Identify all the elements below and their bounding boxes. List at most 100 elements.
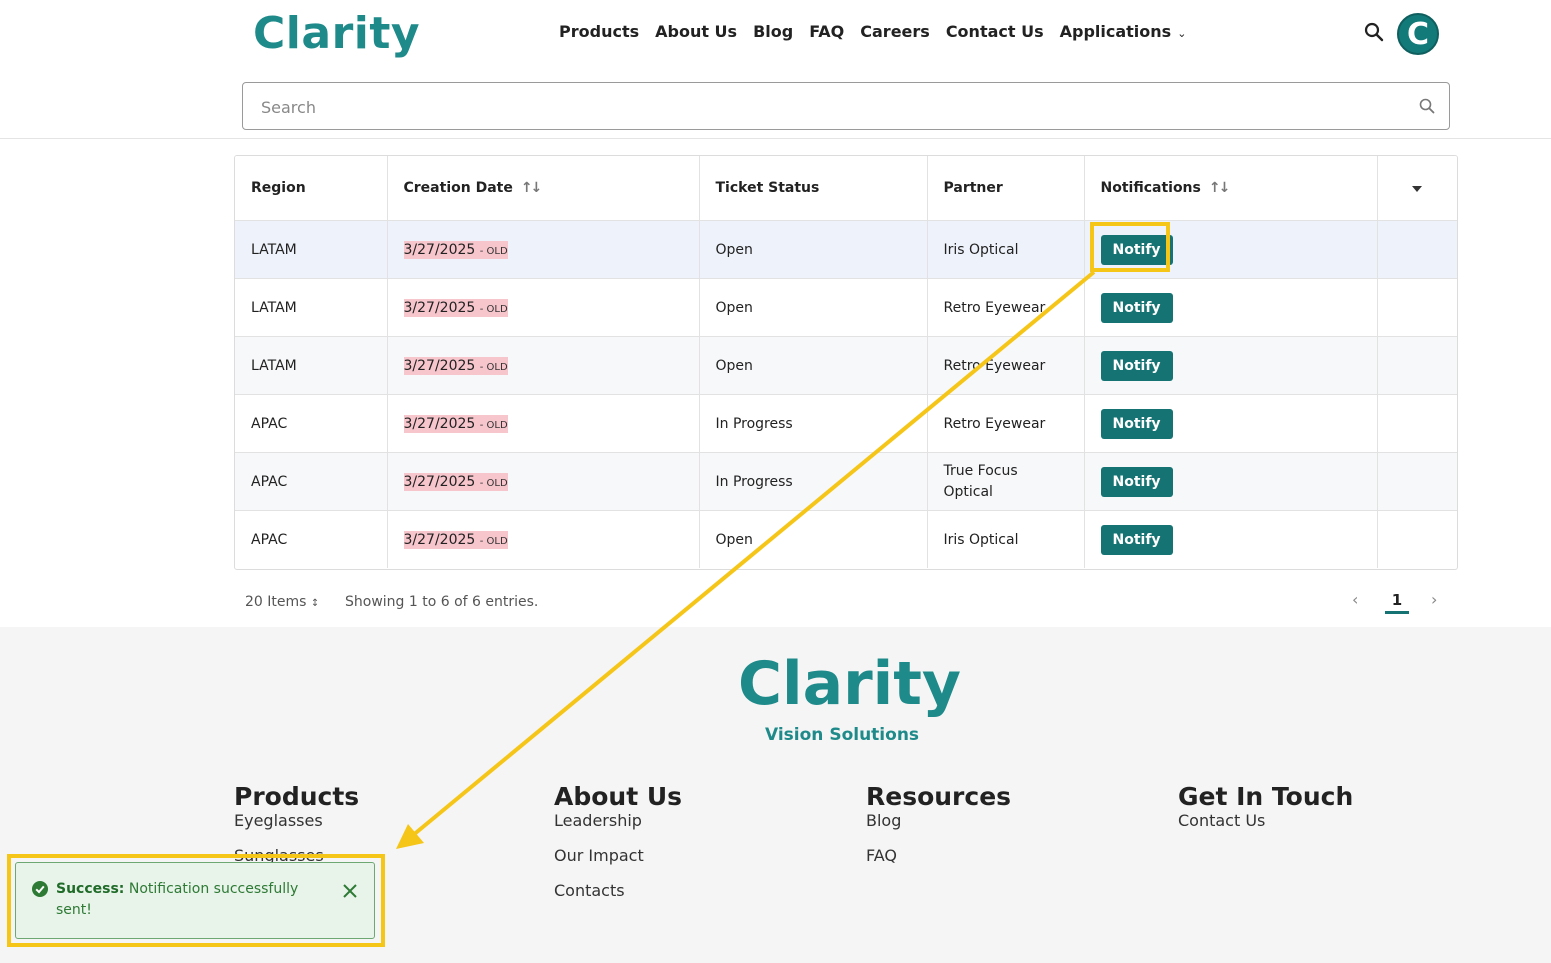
nav-faq[interactable]: FAQ <box>809 22 844 41</box>
avatar[interactable]: C <box>1397 13 1439 55</box>
col-region: Region <box>235 156 388 221</box>
cell-action: Notify <box>1084 394 1378 453</box>
tickets-table: Region Creation Date ↑↓ Ticket Status Par… <box>234 155 1458 570</box>
site-header: Clarity Products About Us Blog FAQ Caree… <box>0 0 1551 139</box>
col-region-label: Region <box>251 180 306 196</box>
page-number-current[interactable]: 1 <box>1385 591 1409 614</box>
sort-icon[interactable]: ↑↓ <box>1209 180 1231 196</box>
footer-col-title: Products <box>234 782 360 811</box>
cell-region: LATAM <box>235 336 388 395</box>
check-circle-icon <box>32 881 48 897</box>
cell-region: LATAM <box>235 278 388 337</box>
cell-status: Open <box>699 278 928 337</box>
entries-summary: Showing 1 to 6 of 6 entries. <box>345 594 539 610</box>
cell-status: Open <box>699 220 928 279</box>
footer-logo[interactable]: Clarity <box>738 649 961 719</box>
old-label: - OLD <box>479 477 508 489</box>
date-value: 3/27/2025 <box>403 241 476 258</box>
nav-blog[interactable]: Blog <box>753 22 793 41</box>
nav-about-us[interactable]: About Us <box>655 22 737 41</box>
header-logo[interactable]: Clarity <box>253 8 420 59</box>
old-label: - OLD <box>479 245 508 257</box>
nav-applications[interactable]: Applications ⌄ <box>1060 22 1187 41</box>
items-per-page-select[interactable]: 20 Items ↕ <box>245 594 319 610</box>
cell-region: APAC <box>235 510 388 568</box>
table-row: APAC 3/27/2025 - OLD Open Iris Optical N… <box>235 510 1457 568</box>
footer-link-eyeglasses[interactable]: Eyeglasses <box>234 811 359 830</box>
footer-link-contacts[interactable]: Contacts <box>554 881 682 900</box>
nav-products[interactable]: Products <box>559 22 639 41</box>
success-toast: Success: Notification successfully sent! <box>15 862 375 939</box>
col-creation-date[interactable]: Creation Date ↑↓ <box>387 156 700 221</box>
cell-partner: Retro Eyewear <box>927 336 1085 395</box>
cell-empty <box>1377 336 1457 395</box>
cell-action: Notify <box>1084 278 1378 337</box>
nav-applications-label: Applications <box>1059 22 1172 41</box>
table-row: APAC 3/27/2025 - OLD In Progress Retro E… <box>235 394 1457 453</box>
notify-button[interactable]: Notify <box>1100 292 1173 323</box>
cell-partner: Retro Eyewear <box>927 278 1085 337</box>
search-icon[interactable] <box>1419 98 1435 114</box>
footer-col-resources: Resources Blog FAQ <box>866 782 1011 865</box>
date-value: 3/27/2025 <box>403 299 476 316</box>
footer-link-our-impact[interactable]: Our Impact <box>554 846 682 865</box>
footer-link-faq[interactable]: FAQ <box>866 846 1011 865</box>
date-value: 3/27/2025 <box>403 531 476 548</box>
close-icon[interactable] <box>342 883 358 899</box>
footer-link-contact-us[interactable]: Contact Us <box>1178 811 1353 830</box>
col-options[interactable] <box>1377 156 1457 221</box>
cell-partner: Iris Optical <box>927 510 1085 568</box>
search-icon[interactable] <box>1364 22 1384 42</box>
cell-date: 3/27/2025 - OLD <box>387 220 700 279</box>
cell-partner: True Focus Optical <box>927 452 1085 511</box>
cell-date: 3/27/2025 - OLD <box>387 510 700 568</box>
cell-status: In Progress <box>699 394 928 453</box>
old-label: - OLD <box>479 303 508 315</box>
cell-action: Notify <box>1084 452 1378 511</box>
col-creation-date-label: Creation Date <box>403 180 513 196</box>
cell-partner: Iris Optical <box>927 220 1085 279</box>
date-value: 3/27/2025 <box>403 357 476 374</box>
old-label: - OLD <box>479 361 508 373</box>
notify-button[interactable]: Notify <box>1100 350 1173 381</box>
footer-col-about: About Us Leadership Our Impact Contacts <box>554 782 682 900</box>
table-row: LATAM 3/27/2025 - OLD Open Retro Eyewear… <box>235 278 1457 337</box>
cell-empty <box>1377 220 1457 279</box>
search-input[interactable] <box>259 95 1383 119</box>
notify-button[interactable]: Notify <box>1100 524 1173 555</box>
prev-page-icon[interactable]: ‹ <box>1352 590 1358 609</box>
date-value: 3/27/2025 <box>403 415 476 432</box>
main-nav: Products About Us Blog FAQ Careers Conta… <box>559 22 1186 41</box>
old-date-badge: 3/27/2025 - OLD <box>403 356 508 375</box>
cell-status: Open <box>699 336 928 395</box>
old-date-badge: 3/27/2025 - OLD <box>403 298 508 317</box>
cell-region: LATAM <box>235 220 388 279</box>
sort-icon[interactable]: ↑↓ <box>521 180 543 196</box>
table-row: LATAM 3/27/2025 - OLD Open Retro Eyewear… <box>235 336 1457 395</box>
footer-col-title: Resources <box>866 782 1012 811</box>
cell-empty <box>1377 452 1457 511</box>
col-partner-label: Partner <box>943 180 1003 196</box>
nav-contact-us[interactable]: Contact Us <box>946 22 1044 41</box>
cell-partner: Retro Eyewear <box>927 394 1085 453</box>
old-date-badge: 3/27/2025 - OLD <box>403 530 508 549</box>
footer-link-leadership[interactable]: Leadership <box>554 811 682 830</box>
cell-date: 3/27/2025 - OLD <box>387 336 700 395</box>
cell-region: APAC <box>235 394 388 453</box>
sort-toggle-icon: ↕ <box>310 598 320 609</box>
cell-empty <box>1377 394 1457 453</box>
footer-link-blog[interactable]: Blog <box>866 811 1011 830</box>
notify-button-highlight <box>1090 222 1170 272</box>
cell-status: In Progress <box>699 452 928 511</box>
next-page-icon[interactable]: › <box>1431 590 1437 609</box>
col-notifications[interactable]: Notifications ↑↓ <box>1084 156 1378 221</box>
notify-button[interactable]: Notify <box>1100 408 1173 439</box>
toast-message: Success: Notification successfully sent! <box>56 879 306 921</box>
nav-careers[interactable]: Careers <box>860 22 930 41</box>
old-label: - OLD <box>479 419 508 431</box>
footer-col-get-in-touch: Get In Touch Contact Us <box>1178 782 1353 830</box>
chevron-down-icon: ⌄ <box>1177 27 1187 40</box>
notify-button[interactable]: Notify <box>1100 466 1173 497</box>
footer-col-title: About Us <box>554 782 683 811</box>
caret-down-icon[interactable] <box>1412 186 1423 192</box>
